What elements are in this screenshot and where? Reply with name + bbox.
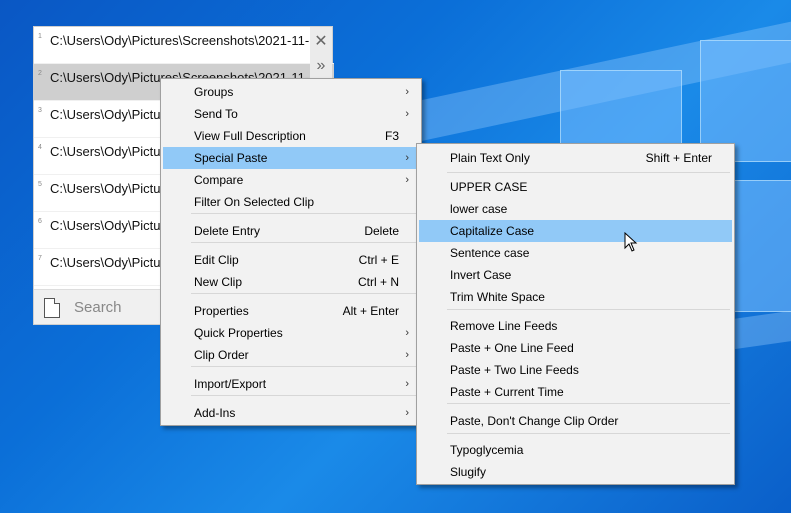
menu-item-groups[interactable]: Groups › bbox=[163, 81, 419, 103]
expand-icon[interactable]: » bbox=[313, 58, 329, 74]
menu-item-compare[interactable]: Compare › bbox=[163, 169, 419, 191]
menu-item-label: Quick Properties bbox=[194, 326, 283, 340]
submenu-item-sentence-case[interactable]: Sentence case bbox=[419, 242, 732, 264]
clip-row-number: 5 bbox=[38, 181, 42, 188]
menu-item-label: Slugify bbox=[450, 465, 487, 479]
document-icon bbox=[44, 298, 60, 318]
chevron-right-icon: › bbox=[405, 108, 409, 120]
menu-item-label: Trim White Space bbox=[450, 290, 545, 304]
menu-item-quick-properties[interactable]: Quick Properties › bbox=[163, 322, 419, 344]
menu-item-label: Delete Entry bbox=[194, 224, 261, 238]
menu-item-label: Paste + Current Time bbox=[450, 385, 564, 399]
menu-item-special-paste[interactable]: Special Paste › bbox=[163, 147, 419, 169]
menu-separator bbox=[191, 242, 417, 243]
menu-item-label: Groups bbox=[194, 85, 234, 99]
menu-item-label: Clip Order bbox=[194, 348, 249, 362]
menu-item-add-ins[interactable]: Add-Ins › bbox=[163, 402, 419, 424]
menu-separator bbox=[191, 213, 417, 214]
menu-item-shortcut: F3 bbox=[384, 129, 399, 143]
menu-item-label: Properties bbox=[194, 304, 249, 318]
menu-item-label: Remove Line Feeds bbox=[450, 319, 558, 333]
submenu-item-typoglycemia[interactable]: Typoglycemia bbox=[419, 439, 732, 461]
menu-item-label: Paste, Don't Change Clip Order bbox=[450, 414, 619, 428]
chevron-right-icon: › bbox=[405, 174, 409, 186]
clip-row-number: 4 bbox=[38, 144, 42, 151]
menu-separator bbox=[447, 309, 730, 310]
context-menu: Groups › Send To › View Full Description F3 Sp… bbox=[160, 78, 422, 426]
menu-item-label: Capitalize Case bbox=[450, 224, 535, 238]
menu-item-label: Paste + One Line Feed bbox=[450, 341, 574, 355]
menu-separator bbox=[447, 403, 730, 404]
menu-item-label: View Full Description bbox=[194, 129, 306, 143]
menu-separator bbox=[191, 293, 417, 294]
submenu-item-upper-case[interactable]: UPPER CASE bbox=[419, 176, 732, 198]
menu-item-label: lower case bbox=[450, 202, 508, 216]
menu-item-label: Special Paste bbox=[194, 151, 268, 165]
menu-item-shortcut: Ctrl + N bbox=[357, 275, 399, 289]
submenu-item-remove-line-feeds[interactable]: Remove Line Feeds bbox=[419, 315, 732, 337]
menu-item-label: Compare bbox=[194, 173, 244, 187]
menu-item-label: Plain Text Only bbox=[450, 151, 530, 165]
menu-separator bbox=[191, 366, 417, 367]
menu-item-shortcut: Ctrl + E bbox=[358, 253, 399, 267]
menu-item-shortcut: Alt + Enter bbox=[342, 304, 399, 318]
menu-item-send-to[interactable]: Send To › bbox=[163, 103, 419, 125]
menu-separator bbox=[447, 433, 730, 434]
search-placeholder[interactable]: Search bbox=[74, 299, 122, 316]
mouse-cursor-icon bbox=[624, 232, 638, 252]
submenu-item-plain-text-only[interactable]: Plain Text Only Shift + Enter bbox=[419, 147, 732, 169]
menu-separator bbox=[191, 395, 417, 396]
menu-item-label: Sentence case bbox=[450, 246, 530, 260]
submenu-item-paste-one-line-feed[interactable]: Paste + One Line Feed bbox=[419, 337, 732, 359]
menu-item-label: UPPER CASE bbox=[450, 180, 528, 194]
menu-item-new-clip[interactable]: New Clip Ctrl + N bbox=[163, 271, 419, 293]
menu-item-clip-order[interactable]: Clip Order › bbox=[163, 344, 419, 366]
menu-separator bbox=[447, 172, 730, 173]
close-icon[interactable]: ✕ bbox=[313, 34, 329, 50]
menu-item-delete-entry[interactable]: Delete Entry Delete bbox=[163, 220, 419, 242]
menu-item-shortcut: Delete bbox=[364, 224, 399, 238]
clip-row-number: 2 bbox=[38, 70, 42, 77]
menu-item-import-export[interactable]: Import/Export › bbox=[163, 373, 419, 395]
menu-item-label: Add-Ins bbox=[194, 406, 236, 420]
chevron-right-icon: › bbox=[405, 86, 409, 98]
submenu-item-invert-case[interactable]: Invert Case bbox=[419, 264, 732, 286]
menu-item-label: Edit Clip bbox=[194, 253, 239, 267]
menu-item-properties[interactable]: Properties Alt + Enter bbox=[163, 300, 419, 322]
chevron-right-icon: › bbox=[405, 378, 409, 390]
special-paste-submenu: Plain Text Only Shift + Enter UPPER CASE lo… bbox=[416, 143, 735, 485]
menu-item-label: Filter On Selected Clip bbox=[194, 195, 315, 209]
menu-item-label: Invert Case bbox=[450, 268, 512, 282]
submenu-item-paste-two-line-feeds[interactable]: Paste + Two Line Feeds bbox=[419, 359, 732, 381]
clip-row-text: C:\Users\Ody\Pictures\Screenshots\2021-1… bbox=[50, 33, 310, 48]
chevron-right-icon: › bbox=[405, 152, 409, 164]
menu-item-edit-clip[interactable]: Edit Clip Ctrl + E bbox=[163, 249, 419, 271]
chevron-right-icon: › bbox=[405, 407, 409, 419]
chevron-right-icon: › bbox=[405, 327, 409, 339]
clip-row-number: 3 bbox=[38, 107, 42, 114]
menu-item-label: Paste + Two Line Feeds bbox=[450, 363, 579, 377]
submenu-item-paste-current-time[interactable]: Paste + Current Time bbox=[419, 381, 732, 403]
menu-item-label: Import/Export bbox=[194, 377, 267, 391]
chevron-right-icon: › bbox=[405, 349, 409, 361]
menu-item-label: Send To bbox=[194, 107, 238, 121]
clip-row[interactable]: 1 C:\Users\Ody\Pictures\Screenshots\2021-… bbox=[34, 27, 334, 64]
submenu-item-slugify[interactable]: Slugify bbox=[419, 461, 732, 483]
menu-item-label: New Clip bbox=[194, 275, 243, 289]
submenu-item-paste-don-t-change-clip-order[interactable]: Paste, Don't Change Clip Order bbox=[419, 410, 732, 432]
clip-row-number: 1 bbox=[38, 33, 42, 40]
menu-item-label: Typoglycemia bbox=[450, 443, 524, 457]
menu-item-shortcut: Shift + Enter bbox=[645, 151, 712, 165]
clip-row-number: 7 bbox=[38, 255, 42, 262]
menu-item-view-full-description[interactable]: View Full Description F3 bbox=[163, 125, 419, 147]
menu-item-filter-on-selected-clip[interactable]: Filter On Selected Clip bbox=[163, 191, 419, 213]
submenu-item-lower-case[interactable]: lower case bbox=[419, 198, 732, 220]
clip-row-number: 6 bbox=[38, 218, 42, 225]
submenu-item-trim-white-space[interactable]: Trim White Space bbox=[419, 286, 732, 308]
submenu-item-capitalize-case[interactable]: Capitalize Case bbox=[419, 220, 732, 242]
